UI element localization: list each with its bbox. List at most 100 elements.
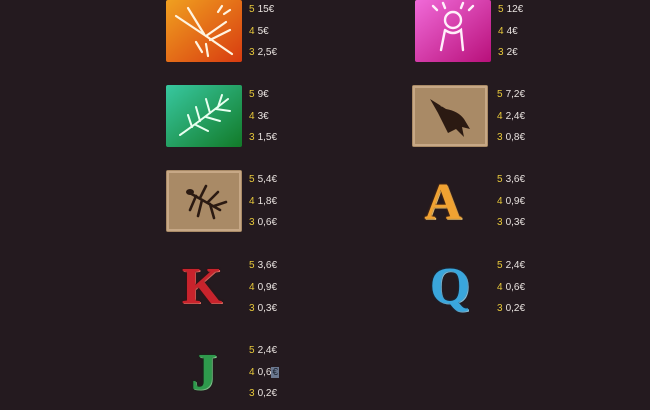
pay-row: 4 0,6€ [497, 282, 525, 304]
pay-count: 5 [497, 174, 503, 185]
pay-value: 2,5€ [257, 47, 278, 58]
pay-value: 5,4€ [257, 174, 278, 185]
pay-count: 3 [249, 303, 255, 314]
pay-value: 2€ [506, 47, 518, 58]
pay-list-spider: 5 5,4€ 4 1,8€ 3 0,6€ [249, 174, 277, 239]
pay-count: 3 [497, 132, 503, 143]
pay-row: 5 3,6€ [497, 174, 525, 196]
pay-row: 5 3,6€ [249, 260, 277, 282]
pay-list-hummingbird: 5 15€ 4 5€ 3 2,5€ [249, 4, 277, 69]
pay-count: 5 [497, 260, 503, 271]
pay-value: 0,6€ [257, 217, 278, 228]
spider-geoglyph-icon [166, 170, 242, 232]
pay-value: 5€ [257, 25, 269, 37]
pay-row: 4 0,9€ [249, 282, 277, 304]
pay-value: 4€ [506, 25, 518, 37]
pay-count: 4 [249, 25, 255, 37]
pay-value: 1,8€ [257, 195, 278, 207]
letter-q-icon: Q [429, 258, 471, 315]
pay-count: 4 [497, 195, 503, 207]
pay-value: 2,4€ [505, 260, 526, 271]
pay-row: 4 5€ [249, 26, 277, 48]
pay-row: 4 0,6€ [249, 366, 280, 389]
pay-row: 5 15€ [249, 4, 277, 26]
pay-count: 3 [498, 47, 504, 58]
pay-list-q: 5 2,4€ 4 0,6€ 3 0,2€ [497, 260, 525, 325]
pay-value: 2,4€ [505, 110, 526, 122]
pay-value: 0,2€ [257, 388, 278, 399]
pay-count: 4 [497, 110, 503, 122]
hummingbird-geoglyph-icon [166, 0, 242, 62]
pay-count: 4 [497, 281, 503, 293]
pay-count: 4 [249, 281, 255, 293]
pay-count: 3 [497, 217, 503, 228]
pay-count: 5 [249, 89, 255, 100]
pay-count: 5 [249, 4, 255, 15]
pay-list-k: 5 3,6€ 4 0,9€ 3 0,3€ [249, 260, 277, 325]
pay-row: 3 1,5€ [249, 132, 277, 154]
selected-text[interactable]: € [271, 366, 280, 378]
pay-count: 5 [249, 174, 255, 185]
pay-count: 5 [497, 89, 503, 100]
pay-value: 9€ [257, 89, 269, 100]
paytable: 5 15€ 4 5€ 3 2,5€ 5 12€ 4 4€ 3 2€ 5 9€ 4… [0, 0, 650, 400]
pay-row: 5 9€ [249, 89, 277, 111]
pay-count: 3 [249, 217, 255, 228]
pay-row: 3 2€ [498, 47, 523, 69]
pay-count: 4 [249, 110, 255, 122]
pay-value: 0,8€ [505, 132, 526, 143]
pay-row: 5 2,4€ [497, 260, 525, 282]
pay-count: 4 [498, 25, 504, 37]
pay-row: 3 0,8€ [497, 132, 525, 154]
astronaut-geoglyph-icon [415, 0, 491, 62]
pay-list-a: 5 3,6€ 4 0,9€ 3 0,3€ [497, 174, 525, 239]
pay-value: 0,9€ [257, 281, 278, 293]
pay-value: 7,2€ [505, 89, 526, 100]
pay-row: 3 0,3€ [249, 303, 277, 325]
pay-row: 5 2,4€ [249, 345, 279, 367]
pay-count: 3 [249, 132, 255, 143]
letter-k-icon: K [181, 258, 223, 315]
pay-row: 3 0,2€ [497, 303, 525, 325]
pay-row: 3 0,2€ [249, 388, 279, 410]
pay-value: 12€ [506, 4, 524, 15]
letter-j-icon: J [191, 344, 217, 401]
fish-geoglyph-icon [412, 85, 488, 147]
pay-row: 5 5,4€ [249, 174, 277, 196]
pay-row: 3 0,3€ [497, 217, 525, 239]
pay-row: 4 0,9€ [497, 196, 525, 218]
pay-row: 3 0,6€ [249, 217, 277, 239]
pay-count: 4 [249, 195, 255, 207]
pay-value: 3,6€ [505, 174, 526, 185]
pay-row: 4 3€ [249, 111, 277, 133]
pay-count: 5 [498, 4, 504, 15]
pay-value: 3,6€ [257, 260, 278, 271]
pay-count: 3 [497, 303, 503, 314]
pay-row: 4 4€ [498, 26, 523, 48]
pay-list-tree: 5 9€ 4 3€ 3 1,5€ [249, 89, 277, 154]
pay-list-astronaut: 5 12€ 4 4€ 3 2€ [498, 4, 523, 69]
pay-row: 4 1,8€ [249, 196, 277, 218]
pay-value: 15€ [257, 4, 275, 15]
pay-row: 4 2,4€ [497, 111, 525, 133]
pay-count: 5 [249, 345, 255, 356]
pay-row: 5 7,2€ [497, 89, 525, 111]
pay-value: 3€ [257, 110, 269, 122]
pay-value: 2,4€ [257, 345, 278, 356]
pay-count: 3 [249, 388, 255, 399]
pay-value: 1,5€ [257, 132, 278, 143]
tree-geoglyph-icon [166, 85, 242, 147]
pay-value: 0,3€ [505, 217, 526, 228]
pay-value: 0,2€ [505, 303, 526, 314]
pay-row: 3 2,5€ [249, 47, 277, 69]
pay-value: 0,6 [257, 366, 272, 378]
pay-row: 5 12€ [498, 4, 523, 26]
pay-count: 3 [249, 47, 255, 58]
pay-count: 5 [249, 260, 255, 271]
letter-a-icon: A [424, 174, 462, 231]
pay-value: 0,3€ [257, 303, 278, 314]
pay-count: 4 [249, 366, 255, 378]
pay-value: 0,6€ [505, 281, 526, 293]
pay-list-fish: 5 7,2€ 4 2,4€ 3 0,8€ [497, 89, 525, 154]
pay-value: 0,9€ [505, 195, 526, 207]
